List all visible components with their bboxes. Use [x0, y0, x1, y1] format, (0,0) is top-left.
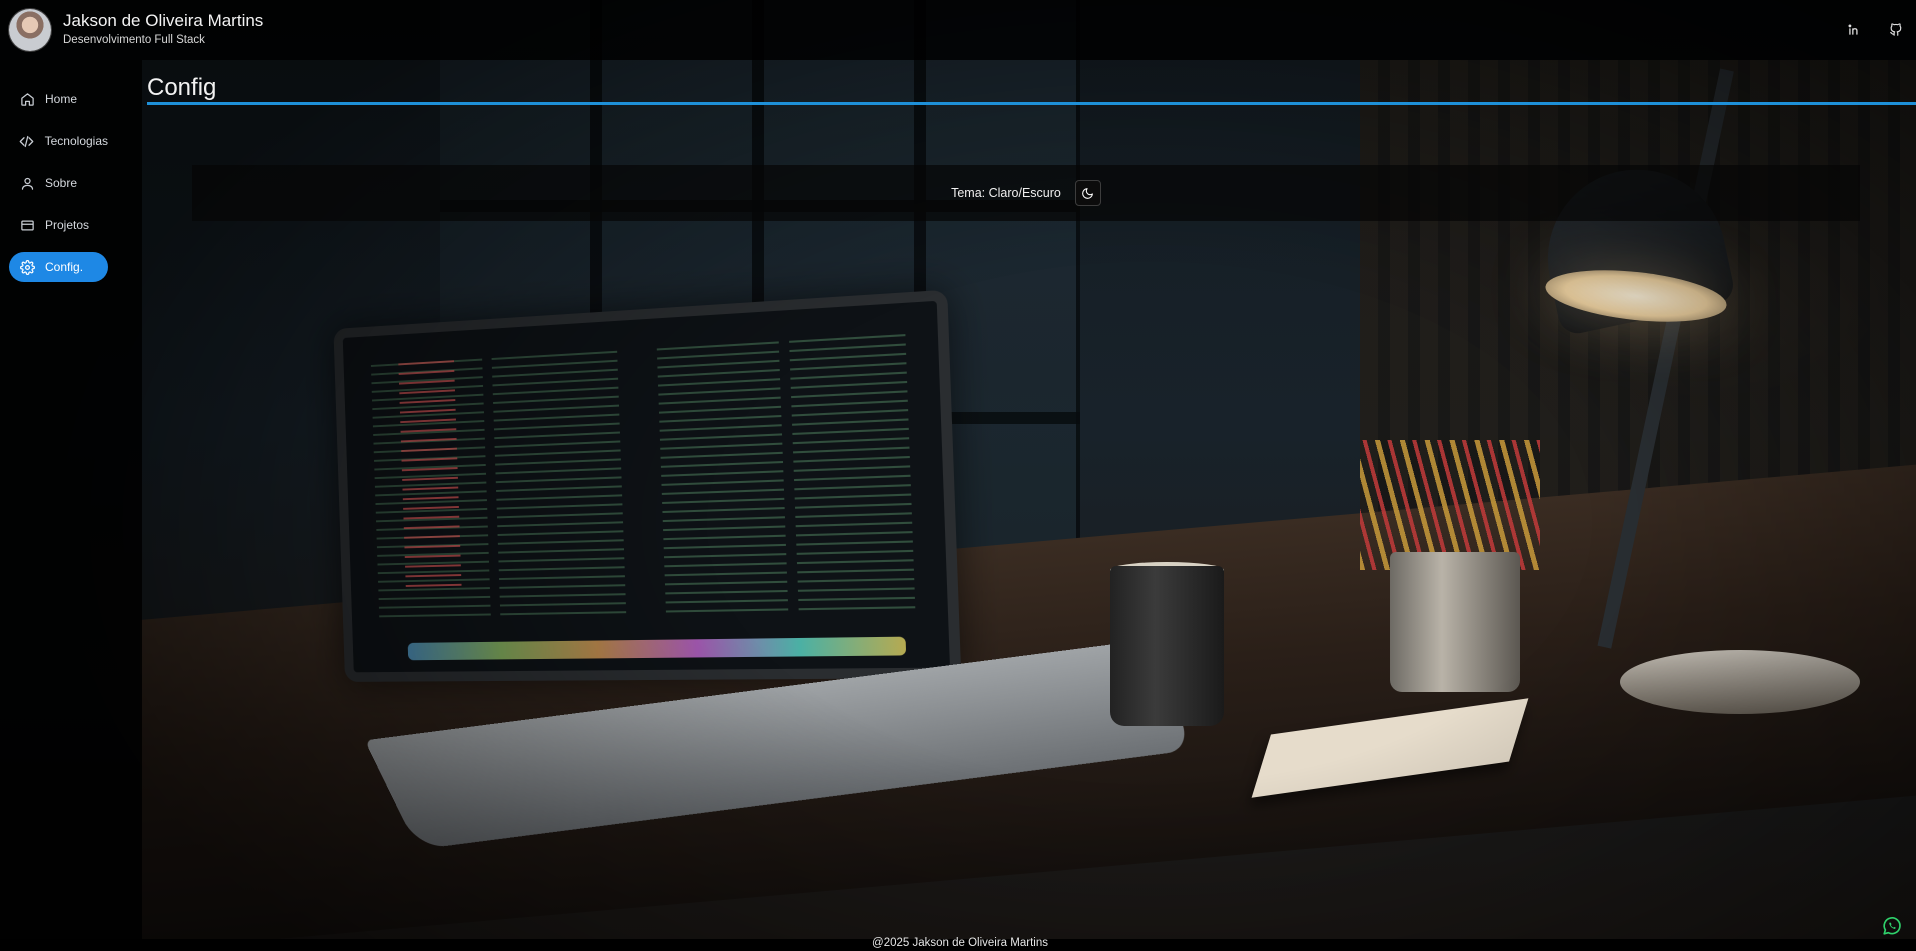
- sidebar-item-label: Home: [45, 92, 78, 106]
- user-icon: [9, 176, 45, 191]
- top-header: Jakson de Oliveira Martins Desenvolvimen…: [0, 0, 1916, 60]
- sidebar-item-projetos[interactable]: Projetos: [9, 210, 108, 240]
- sidebar-item-config[interactable]: Config.: [9, 252, 108, 282]
- sidebar-item-label: Config.: [45, 260, 84, 274]
- sidebar-item-label: Tecnologias: [44, 134, 108, 148]
- linkedin-icon[interactable]: [1845, 21, 1863, 39]
- theme-settings-panel: Tema: Claro/Escuro: [192, 165, 1860, 221]
- footer: @2025 Jakson de Oliveira Martins: [0, 937, 1916, 951]
- sidebar-item-sobre[interactable]: Sobre: [9, 168, 108, 198]
- github-icon[interactable]: [1887, 21, 1905, 39]
- page-title: Config: [147, 74, 217, 101]
- code-icon: [9, 134, 45, 149]
- background-photo: [0, 0, 1916, 951]
- title-divider: [147, 102, 1916, 105]
- card-icon: [9, 218, 45, 233]
- theme-toggle-button[interactable]: [1074, 180, 1101, 206]
- gear-icon: [9, 259, 45, 275]
- user-role: Desenvolvimento Full Stack: [63, 34, 205, 46]
- sidebar-item-label: Projetos: [45, 218, 90, 232]
- sidebar-item-tecnologias[interactable]: Tecnologias: [9, 126, 108, 156]
- avatar: [9, 9, 51, 51]
- home-icon: [9, 92, 45, 107]
- sidebar-item-label: Sobre: [45, 176, 78, 190]
- footer-copyright: @2025 Jakson de Oliveira Martins: [872, 937, 1048, 949]
- user-name: Jakson de Oliveira Martins: [63, 11, 264, 30]
- sidebar: Home Tecnologias Sobre Projetos Config.: [0, 60, 142, 941]
- theme-label: Tema: Claro/Escuro: [951, 186, 1061, 200]
- sidebar-item-home[interactable]: Home: [9, 84, 108, 114]
- moon-icon: [1081, 187, 1094, 200]
- background-vignette: [0, 0, 1916, 951]
- whatsapp-icon[interactable]: [1881, 915, 1903, 937]
